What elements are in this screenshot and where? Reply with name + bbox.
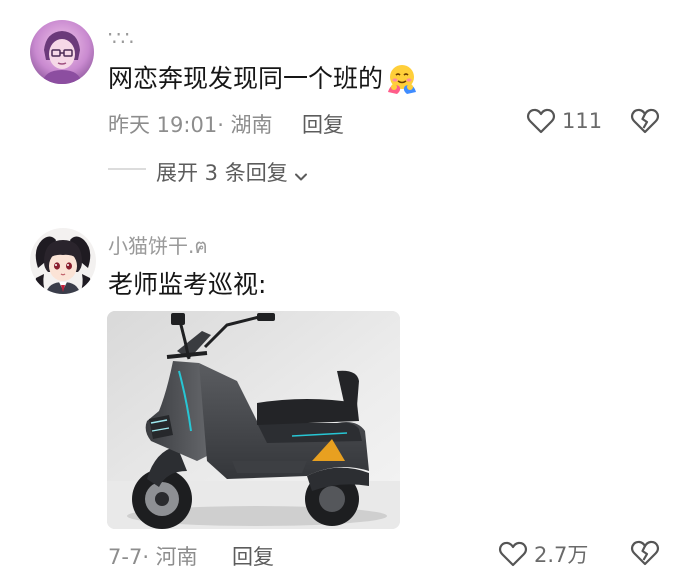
reply-button[interactable]: 回复 [232,541,274,571]
comment-meta: 昨天 19:01· 湖南 [108,109,273,139]
username[interactable]: 小猫饼干.ฅ [108,230,208,262]
dislike-button[interactable] [630,539,660,571]
electric-scooter-photo [107,311,400,529]
chevron-down-icon [294,165,308,181]
expand-replies-label: 展开 3 条回复 [156,161,288,185]
heart-icon [498,540,528,568]
avatar-image [30,20,94,84]
expand-replies-button[interactable]: 展开 3 条回复 [156,157,308,187]
broken-heart-icon [630,108,660,134]
comment-text: 网恋奔现发现同一个班的 [108,62,419,96]
dislike-button[interactable] [630,107,660,139]
like-button[interactable]: 2.7万 [498,539,588,569]
expand-divider [108,168,146,170]
heart-icon [526,107,556,135]
like-count: 2.7万 [534,543,589,567]
comment-meta: 7-7· 河南 [108,541,198,571]
avatar-image [30,228,96,294]
avatar[interactable] [30,20,94,84]
comment-location: · 湖南 [217,113,273,137]
comment-time: 7-7 [108,545,143,569]
scooter-image[interactable] [107,311,400,529]
comment-thread: ∵∴ 网恋奔现发现同一个班的 昨天 19:01· 湖南 回复 111 展开 3 … [0,0,690,575]
like-button[interactable]: 111 [526,107,602,135]
like-count: 111 [562,109,603,133]
reply-button[interactable]: 回复 [302,109,344,139]
avatar[interactable] [30,228,96,294]
username[interactable]: ∵∴ [108,26,133,50]
comment-location: · 河南 [142,545,198,569]
comment-text: 老师监考巡视: [108,270,267,299]
hug-face-emoji-icon [385,62,419,96]
comment-body: 网恋奔现发现同一个班的 [108,64,384,93]
comment-time: 昨天 19:01 [108,113,218,137]
broken-heart-icon [630,540,660,566]
